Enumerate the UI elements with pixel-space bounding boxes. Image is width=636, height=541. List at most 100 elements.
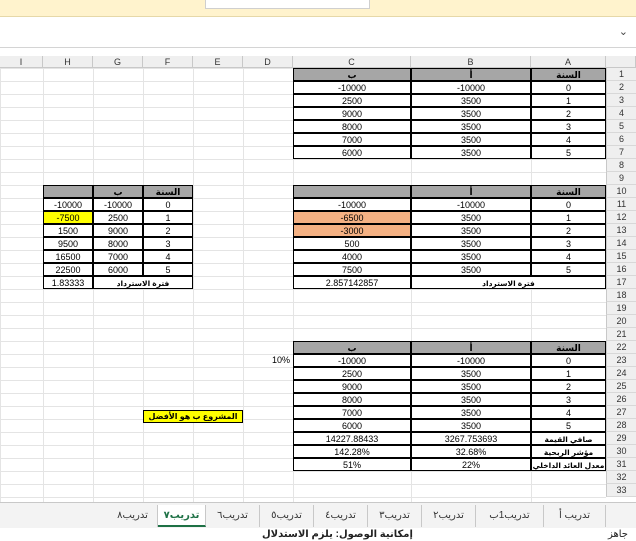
table1-cell[interactable]: 8000	[293, 120, 411, 133]
table4-cell[interactable]: 3500	[411, 419, 531, 432]
table1-cell[interactable]: 3500	[411, 120, 531, 133]
table4-cell[interactable]: 3500	[411, 406, 531, 419]
row-header[interactable]: 31	[606, 458, 636, 471]
table1-cell[interactable]: 3	[531, 120, 606, 133]
metric-label[interactable]: معدل العائد الداخلي	[531, 458, 606, 471]
table2-cell[interactable]: -10000	[293, 198, 411, 211]
row-header[interactable]: 4	[606, 107, 636, 120]
table4-header[interactable]: السنة	[531, 341, 606, 354]
table2-cell[interactable]: 3500	[411, 263, 531, 276]
table3-cell[interactable]: -10000	[43, 198, 93, 211]
table3-cell[interactable]: -7500	[43, 211, 93, 224]
table2-cell[interactable]: 3500	[411, 237, 531, 250]
table2-header[interactable]: السنة	[531, 185, 606, 198]
row-header[interactable]: 19	[606, 302, 636, 315]
table2-payback-label[interactable]: فترة الاسترداد	[411, 276, 606, 289]
table1-cell[interactable]: 7000	[293, 133, 411, 146]
table3-header[interactable]	[43, 185, 93, 198]
row-header[interactable]: 32	[606, 471, 636, 484]
row-header[interactable]: 16	[606, 263, 636, 276]
row-header[interactable]: 21	[606, 328, 636, 341]
sheet-tab[interactable]: تدريب٧	[158, 505, 206, 527]
table1-cell[interactable]: 3500	[411, 146, 531, 159]
table3-cell[interactable]: 1	[143, 211, 193, 224]
table3-cell[interactable]: 9500	[43, 237, 93, 250]
table2-cell[interactable]: -10000	[411, 198, 531, 211]
table4-cell[interactable]: 3500	[411, 380, 531, 393]
column-header-i[interactable]: I	[0, 56, 43, 68]
table1-cell[interactable]: 3500	[411, 94, 531, 107]
table3-cell[interactable]: 16500	[43, 250, 93, 263]
table4-cell[interactable]: 1	[531, 367, 606, 380]
table2-header[interactable]	[293, 185, 411, 198]
table4-cell[interactable]: 9000	[293, 380, 411, 393]
row-header[interactable]: 28	[606, 419, 636, 432]
table4-header[interactable]: ب	[293, 341, 411, 354]
table1-header[interactable]: أ	[411, 68, 531, 81]
metric-value-b[interactable]: 51%	[293, 458, 411, 471]
table1-cell[interactable]: 1	[531, 94, 606, 107]
table2-cell[interactable]: 0	[531, 198, 606, 211]
sheet-tab[interactable]: تدريب٢	[422, 505, 476, 527]
table2-cell[interactable]: -3000	[293, 224, 411, 237]
table4-cell[interactable]: 3500	[411, 393, 531, 406]
sheet-tab[interactable]: تدريب٣	[368, 505, 422, 527]
row-header[interactable]: 24	[606, 367, 636, 380]
table1-cell[interactable]: 6000	[293, 146, 411, 159]
row-header[interactable]: 14	[606, 237, 636, 250]
table4-cell[interactable]: 0	[531, 354, 606, 367]
table3-cell[interactable]: 0	[143, 198, 193, 211]
row-header[interactable]: 15	[606, 250, 636, 263]
table3-cell[interactable]: 22500	[43, 263, 93, 276]
row-header[interactable]: 26	[606, 393, 636, 406]
table4-cell[interactable]: 8000	[293, 393, 411, 406]
table1-cell[interactable]: 0	[531, 81, 606, 94]
row-header[interactable]: 27	[606, 406, 636, 419]
table3-payback-label[interactable]: فترة الاسترداد	[93, 276, 193, 289]
metric-value-a[interactable]: 32.68%	[411, 445, 531, 458]
row-header[interactable]: 7	[606, 146, 636, 159]
metric-value-b[interactable]: 14227.88433	[293, 432, 411, 445]
table4-cell[interactable]: -10000	[293, 354, 411, 367]
table1-cell[interactable]: 4	[531, 133, 606, 146]
table4-cell[interactable]: -10000	[411, 354, 531, 367]
table2-cell[interactable]: 3500	[411, 224, 531, 237]
metric-value-a[interactable]: 22%	[411, 458, 531, 471]
table4-cell[interactable]: 3	[531, 393, 606, 406]
table1-cell[interactable]: 9000	[293, 107, 411, 120]
table2-header[interactable]: أ	[411, 185, 531, 198]
table2-cell[interactable]: 3500	[411, 211, 531, 224]
table1-cell[interactable]: -10000	[411, 81, 531, 94]
table3-cell[interactable]: 1500	[43, 224, 93, 237]
column-header-f[interactable]: F	[143, 56, 193, 68]
table3-cell[interactable]: 7000	[93, 250, 143, 263]
row-header[interactable]: 3	[606, 94, 636, 107]
column-header-h[interactable]: H	[43, 56, 93, 68]
table1-header[interactable]: السنة	[531, 68, 606, 81]
discount-rate[interactable]: 10%	[243, 354, 293, 367]
table4-header[interactable]: أ	[411, 341, 531, 354]
table2-cell[interactable]: -6500	[293, 211, 411, 224]
metric-label[interactable]: صافي القيمة	[531, 432, 606, 445]
row-header[interactable]: 17	[606, 276, 636, 289]
row-header[interactable]: 6	[606, 133, 636, 146]
table1-cell[interactable]: 3500	[411, 107, 531, 120]
best-project-note[interactable]: المشروع ب هو الأفضل	[143, 410, 243, 423]
row-header[interactable]: 22	[606, 341, 636, 354]
row-header[interactable]: 5	[606, 120, 636, 133]
row-header[interactable]: 8	[606, 159, 636, 172]
formula-bar[interactable]: ⌄	[0, 17, 636, 48]
table3-header[interactable]: السنة	[143, 185, 193, 198]
row-header[interactable]: 29	[606, 432, 636, 445]
table1-cell[interactable]: 2	[531, 107, 606, 120]
sheet-tab[interactable]: تدريب1ب	[476, 505, 544, 527]
column-header-b[interactable]: B	[411, 56, 531, 68]
table4-cell[interactable]: 7000	[293, 406, 411, 419]
chevron-down-icon[interactable]: ⌄	[619, 25, 628, 38]
table2-payback-value[interactable]: 2.857142857	[293, 276, 411, 289]
table3-cell[interactable]: 6000	[93, 263, 143, 276]
table1-cell[interactable]: 2500	[293, 94, 411, 107]
sheet-tab[interactable]: تدريب٦	[206, 505, 260, 527]
column-header-c[interactable]: C	[293, 56, 411, 68]
sheet-tab[interactable]: تدريب٨	[108, 505, 158, 527]
